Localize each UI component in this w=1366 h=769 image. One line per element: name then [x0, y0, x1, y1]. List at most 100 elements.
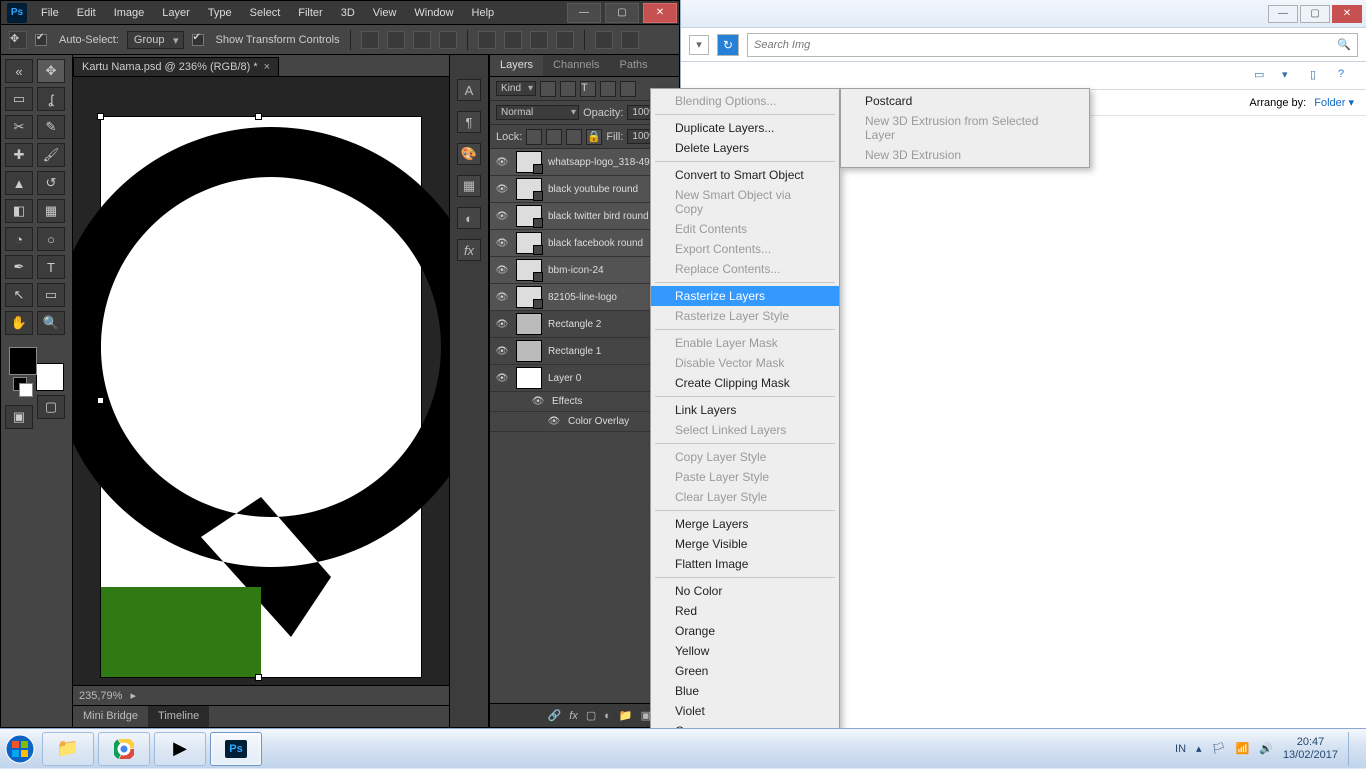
canvas[interactable]	[101, 117, 421, 677]
menu-item[interactable]: Postcard	[841, 91, 1089, 111]
layer-thumb[interactable]	[516, 367, 542, 389]
menu-edit[interactable]: Edit	[69, 3, 104, 23]
address-dropdown-icon[interactable]: ▾	[689, 35, 709, 55]
layer-thumb[interactable]	[516, 286, 542, 308]
paragraph-panel-icon[interactable]: ¶	[457, 111, 481, 133]
menu-item[interactable]: No Color	[651, 581, 839, 601]
align-icon[interactable]	[413, 31, 431, 49]
slideshow-icon[interactable]: ▭	[1254, 68, 1270, 84]
link-layers-icon[interactable]: 🔗	[548, 709, 562, 722]
transform-handle[interactable]	[255, 674, 262, 681]
lock-pixels-icon[interactable]	[546, 129, 562, 145]
show-desktop-button[interactable]	[1348, 732, 1356, 766]
tab-paths[interactable]: Paths	[610, 55, 658, 76]
adjustments-panel-icon[interactable]: ◐	[457, 207, 481, 229]
menu-help[interactable]: Help	[464, 3, 503, 23]
healing-tool-icon[interactable]: ✚	[5, 143, 33, 167]
details-pane-icon[interactable]: ▯	[1310, 68, 1326, 84]
menu-item[interactable]: Yellow	[651, 641, 839, 661]
filter-type-icon[interactable]: T	[580, 81, 596, 97]
eraser-tool-icon[interactable]: ◧	[5, 199, 33, 223]
transform-handle[interactable]	[255, 113, 262, 120]
menu-item[interactable]: Create Clipping Mask	[651, 373, 839, 393]
show-transform-checkbox[interactable]	[192, 34, 204, 46]
lock-all-icon[interactable]: 🔒	[586, 129, 602, 145]
tab-layers[interactable]: Layers	[490, 55, 543, 76]
search-input[interactable]: Search Img 🔍	[747, 33, 1358, 57]
layer-thumb[interactable]	[516, 259, 542, 281]
brush-tool-icon[interactable]: 🖌	[37, 143, 65, 167]
auto-select-checkbox[interactable]	[35, 34, 47, 46]
layer-thumb[interactable]	[516, 178, 542, 200]
pen-tool-icon[interactable]: ✒	[5, 255, 33, 279]
taskbar-clock[interactable]: 20:47 13/02/2017	[1283, 736, 1338, 760]
menu-item[interactable]: Red	[651, 601, 839, 621]
eyedropper-tool-icon[interactable]: ✎	[37, 115, 65, 139]
minimize-button[interactable]: —	[567, 3, 601, 23]
layer-thumb[interactable]	[516, 232, 542, 254]
3d-mode-icon[interactable]	[595, 31, 613, 49]
auto-select-dropdown[interactable]: Group	[127, 31, 184, 49]
type-tool-icon[interactable]: T	[37, 255, 65, 279]
distribute-icon[interactable]	[530, 31, 548, 49]
gradient-tool-icon[interactable]: ▦	[37, 199, 65, 223]
visibility-icon[interactable]: 👁	[494, 289, 510, 305]
group-icon[interactable]: 📁	[619, 709, 633, 722]
filter-pixel-icon[interactable]	[540, 81, 556, 97]
taskbar-file-explorer-icon[interactable]: 📁	[42, 732, 94, 766]
document-tab[interactable]: Kartu Nama.psd @ 236% (RGB/8) * ×	[73, 57, 279, 76]
align-icon[interactable]	[387, 31, 405, 49]
align-icon[interactable]	[439, 31, 457, 49]
close-button[interactable]: ✕	[643, 3, 677, 23]
view-dropdown-icon[interactable]: ▾	[1282, 68, 1298, 84]
screenmode-icon[interactable]: ▢	[37, 395, 65, 419]
maximize-button[interactable]: ▢	[1300, 5, 1330, 23]
visibility-icon[interactable]: 👁	[494, 181, 510, 197]
help-icon[interactable]: ?	[1338, 68, 1354, 84]
layer-style-icon[interactable]: fx	[569, 710, 578, 722]
layer-context-menu[interactable]: Blending Options...Duplicate Layers...De…	[650, 88, 840, 744]
maximize-button[interactable]: ▢	[605, 3, 639, 23]
tray-expand-icon[interactable]: ▴	[1196, 742, 1202, 755]
move-tool-thumb-icon[interactable]: ✥	[9, 31, 27, 49]
menu-item[interactable]: Merge Layers	[651, 514, 839, 534]
character-panel-icon[interactable]: A	[457, 79, 481, 101]
hand-tool-icon[interactable]: ✋	[5, 311, 33, 335]
lock-transparency-icon[interactable]	[526, 129, 542, 145]
close-tab-icon[interactable]: ×	[264, 61, 270, 73]
quickmask-icon[interactable]: ▣	[5, 405, 33, 429]
menu-image[interactable]: Image	[106, 3, 153, 23]
visibility-icon[interactable]: 👁	[494, 343, 510, 359]
align-icon[interactable]	[361, 31, 379, 49]
taskbar-media-player-icon[interactable]: ▶	[154, 732, 206, 766]
menu-item[interactable]: Delete Layers	[651, 138, 839, 158]
crop-tool-icon[interactable]: ✂	[5, 115, 33, 139]
menu-item[interactable]: Rasterize Layers	[651, 286, 839, 306]
visibility-icon[interactable]: 👁	[494, 208, 510, 224]
swap-colors-icon[interactable]	[19, 383, 33, 397]
tab-channels[interactable]: Channels	[543, 55, 609, 76]
visibility-icon[interactable]: 👁	[530, 394, 546, 410]
visibility-icon[interactable]: 👁	[546, 414, 562, 430]
layer-thumb[interactable]	[516, 313, 542, 335]
zoom-value[interactable]: 235,79%	[79, 690, 122, 702]
distribute-icon[interactable]	[504, 31, 522, 49]
menu-item[interactable]: Merge Visible	[651, 534, 839, 554]
tab-mini-bridge[interactable]: Mini Bridge	[73, 706, 148, 727]
menu-filter[interactable]: Filter	[290, 3, 330, 23]
menu-item[interactable]: Flatten Image	[651, 554, 839, 574]
background-swatch[interactable]	[36, 363, 64, 391]
visibility-icon[interactable]: 👁	[494, 262, 510, 278]
canvas-area[interactable]	[73, 77, 449, 685]
search-icon[interactable]: 🔍	[1337, 38, 1351, 51]
filter-shape-icon[interactable]	[600, 81, 616, 97]
lasso-tool-icon[interactable]: ʆ	[37, 87, 65, 111]
distribute-icon[interactable]	[478, 31, 496, 49]
menu-item[interactable]: Blue	[651, 681, 839, 701]
menu-item[interactable]: Violet	[651, 701, 839, 721]
layer-mask-icon[interactable]: ▢	[586, 709, 596, 722]
menu-item[interactable]: Duplicate Layers...	[651, 118, 839, 138]
taskbar-photoshop-icon[interactable]: Ps	[210, 732, 262, 766]
adjustment-layer-icon[interactable]: ◐	[604, 710, 611, 722]
layer-thumb[interactable]	[516, 151, 542, 173]
